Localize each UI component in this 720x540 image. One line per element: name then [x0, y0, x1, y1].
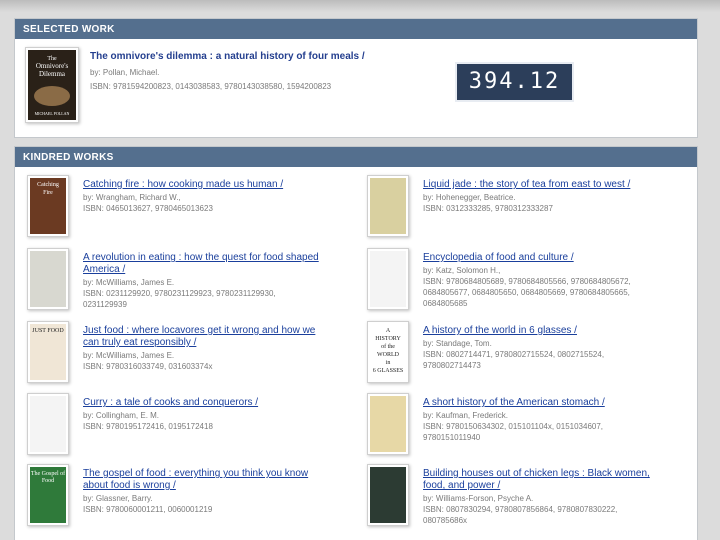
- kindred-works-panel: KINDRED WORKS Catching Fire Catching fire …: [14, 146, 698, 540]
- kindred-title-link[interactable]: Catching fire : how cooking made us huma…: [83, 179, 343, 191]
- kindred-cover-image: The Gospel of Food: [30, 467, 66, 523]
- selected-isbn: ISBN: 9781594200823, 0143038583, 9780143…: [90, 82, 332, 91]
- kindred-title-link[interactable]: The gospel of food : everything you thin…: [83, 468, 343, 492]
- kindred-isbn: ISBN: 0465013627, 9780465013623: [83, 204, 213, 213]
- top-shadow: [0, 0, 720, 12]
- kindred-book-cover[interactable]: [367, 464, 409, 526]
- kindred-cover-image: Catching Fire: [30, 178, 66, 234]
- cover-line: Catching: [37, 182, 59, 188]
- kindred-isbn: 0684805685: [423, 299, 468, 308]
- selected-work-panel: SELECTED WORK The Omnivore's Dilemma MIC…: [14, 18, 698, 138]
- cover-line: Omnivore's: [35, 62, 69, 70]
- cover-line: of the: [381, 344, 395, 350]
- kindred-cover-image: JUST FOOD: [30, 324, 66, 380]
- kindred-book-cover[interactable]: [27, 248, 69, 310]
- kindred-cover-image: A HISTORY of the WORLD in 6 GLASSES: [370, 324, 406, 380]
- kindred-title-link[interactable]: Curry : a tale of cooks and conquerors /: [83, 397, 343, 409]
- kindred-cover-image: [30, 251, 66, 307]
- kindred-title-line: Catching fire : how cooking made us huma…: [83, 179, 284, 190]
- selected-work-header: SELECTED WORK: [15, 19, 697, 39]
- kindred-cover-image: [30, 396, 66, 452]
- kindred-title-line: Building houses out of chicken legs : Bl…: [423, 468, 650, 479]
- cover-line: in: [385, 360, 391, 366]
- kindred-book-cover[interactable]: JUST FOOD: [27, 321, 69, 383]
- kindred-title-link[interactable]: A revolution in eating : how the quest f…: [83, 252, 343, 276]
- kindred-book-cover[interactable]: Catching Fire: [27, 175, 69, 237]
- kindred-title-link[interactable]: Encyclopedia of food and culture /: [423, 252, 683, 264]
- cover-line: Fire: [43, 190, 53, 196]
- cover-line: The Gospel of Food: [30, 471, 66, 484]
- cover-line: HISTORY: [375, 336, 401, 342]
- kindred-title-line: can truly eat responsibly /: [83, 337, 197, 348]
- cover-line: A: [385, 328, 391, 334]
- kindred-title-line: A history of the world in 6 glasses /: [423, 325, 577, 336]
- kindred-isbn: ISBN: 9780316033749, 031603374x: [83, 362, 213, 371]
- kindred-book-cover[interactable]: [367, 175, 409, 237]
- cover-illustration: [34, 86, 70, 106]
- cover-line: Dilemma: [38, 70, 66, 78]
- kindred-title-link[interactable]: A short history of the American stomach …: [423, 397, 683, 409]
- selected-book-cover[interactable]: The Omnivore's Dilemma MICHAEL POLLAN: [25, 47, 79, 123]
- kindred-title-link[interactable]: Just food : where locavores get it wrong…: [83, 325, 343, 349]
- kindred-book-cover[interactable]: [27, 393, 69, 455]
- kindred-title-line: A short history of the American stomach …: [423, 397, 605, 408]
- kindred-cover-image: [370, 396, 406, 452]
- kindred-title-line: The gospel of food : everything you thin…: [83, 468, 309, 479]
- kindred-isbn: 9780802714473: [423, 361, 481, 370]
- cover-line: 6 GLASSES: [372, 368, 404, 374]
- kindred-book-cover[interactable]: The Gospel of Food: [27, 464, 69, 526]
- kindred-book-cover[interactable]: A HISTORY of the WORLD in 6 GLASSES: [367, 321, 409, 383]
- kindred-cover-image: [370, 251, 406, 307]
- kindred-title-link[interactable]: A history of the world in 6 glasses /: [423, 325, 683, 337]
- kindred-isbn: ISBN: 0312333285, 9780312333287: [423, 204, 553, 213]
- call-number-badge: 394.12: [455, 62, 574, 102]
- cover-line: MICHAEL POLLAN: [34, 111, 70, 116]
- kindred-title-line: food, and power /: [423, 480, 501, 491]
- kindred-isbn: 080785686x: [423, 516, 468, 525]
- kindred-works-header: KINDRED WORKS: [15, 147, 697, 167]
- kindred-book-cover[interactable]: [367, 248, 409, 310]
- cover-line: WORLD: [377, 352, 399, 358]
- selected-author: by: Pollan, Michael.: [90, 68, 160, 77]
- kindred-cover-image: [370, 178, 406, 234]
- kindred-isbn: ISBN: 9780195172416, 0195172418: [83, 422, 213, 431]
- kindred-isbn: 0231129939: [83, 300, 127, 309]
- kindred-isbn: ISBN: 9780060001211, 0060001219: [83, 505, 213, 514]
- kindred-title-line: A revolution in eating : how the quest f…: [83, 252, 319, 263]
- kindred-title-line: about food is wrong /: [83, 480, 176, 491]
- kindred-isbn: 9780151011940: [423, 433, 481, 442]
- kindred-cover-image: [370, 467, 406, 523]
- selected-title-link[interactable]: The omnivore's dilemma : a natural histo…: [90, 51, 365, 63]
- kindred-title-link[interactable]: Liquid jade : the story of tea from east…: [423, 179, 683, 191]
- kindred-book-cover[interactable]: [367, 393, 409, 455]
- selected-cover-image: The Omnivore's Dilemma MICHAEL POLLAN: [28, 50, 76, 120]
- kindred-title-line: Liquid jade : the story of tea from east…: [423, 179, 631, 190]
- kindred-title-line: Encyclopedia of food and culture /: [423, 252, 574, 263]
- kindred-title-line: Just food : where locavores get it wrong…: [83, 325, 316, 336]
- cover-line: JUST FOOD: [32, 328, 64, 334]
- kindred-title-link[interactable]: Building houses out of chicken legs : Bl…: [423, 468, 683, 492]
- kindred-title-line: America /: [83, 264, 126, 275]
- kindred-title-line: Curry : a tale of cooks and conquerors /: [83, 397, 259, 408]
